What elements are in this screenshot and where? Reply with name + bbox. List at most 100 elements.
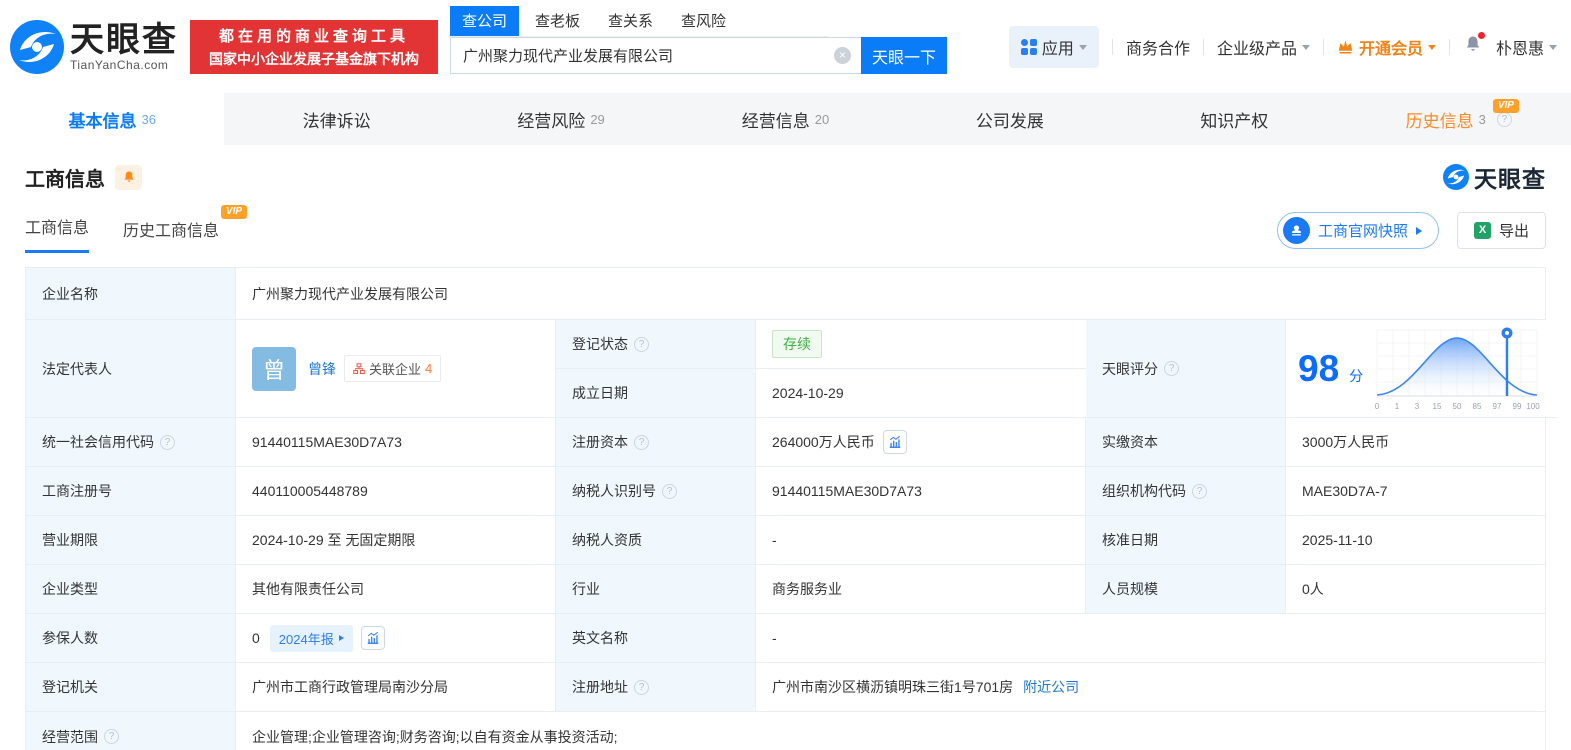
industry-label: 行业 <box>556 565 756 614</box>
search-tab-risk[interactable]: 查风险 <box>669 6 738 36</box>
svg-text:3: 3 <box>1415 402 1420 411</box>
insured-chart-icon[interactable] <box>360 626 385 650</box>
enterprise-label: 企业级产品 <box>1216 40 1297 58</box>
vip-badge: VIP <box>1492 99 1519 113</box>
reg-address-label: 注册地址 <box>556 663 756 712</box>
open-vip-button[interactable]: 开通会员 <box>1337 35 1436 59</box>
svg-text:15: 15 <box>1433 402 1442 411</box>
tab-history-info[interactable]: 历史信息 3 VIP <box>1347 93 1571 145</box>
stamp-icon <box>1282 217 1310 244</box>
insured-count-value: 0 2024年报 <box>236 614 556 663</box>
chevron-down-icon <box>1549 45 1557 50</box>
tab-business-info[interactable]: 经营信息 20 <box>673 93 897 145</box>
arrow-right-icon <box>338 635 344 641</box>
tab-intellectual-property[interactable]: 知识产权 <box>1122 93 1346 145</box>
promo-line2: 国家中小企业发展子基金旗下机构 <box>209 50 419 67</box>
vip-badge: VIP <box>220 205 248 219</box>
chevron-down-icon <box>1301 45 1310 50</box>
help-icon[interactable] <box>634 679 649 695</box>
tab-company-development[interactable]: 公司发展 <box>898 93 1122 145</box>
staff-size-label: 人员规模 <box>1086 565 1286 614</box>
svg-text:99: 99 <box>1513 402 1522 411</box>
legal-rep-name-link[interactable]: 曾锋 <box>308 359 336 379</box>
establish-date-value: 2024-10-29 <box>756 369 1086 417</box>
nav-enterprise-products[interactable]: 企业级产品 <box>1217 35 1310 59</box>
svg-text:1: 1 <box>1395 402 1400 411</box>
reg-number-value: 440110005448789 <box>236 467 556 516</box>
capital-chart-icon[interactable] <box>882 430 907 454</box>
business-scope-value: 企业管理;企业管理咨询;财务咨询;以自有资金从事投资活动; <box>236 712 1545 750</box>
help-icon[interactable] <box>634 336 649 352</box>
search-button[interactable]: 天眼一下 <box>861 37 947 74</box>
org-code-label: 组织机构代码 <box>1086 467 1286 516</box>
search-tab-company[interactable]: 查公司 <box>450 6 520 36</box>
top-nav: 应用 商务合作 企业级产品 开通会员 朴恩惠 <box>1008 25 1557 68</box>
nearby-companies-link[interactable]: 附近公司 <box>1023 677 1079 697</box>
subtab-business-info[interactable]: 工商信息 <box>25 214 90 253</box>
promo-banner: 都在用的商业查询工具 国家中小企业发展子基金旗下机构 <box>190 19 438 74</box>
company-type-label: 企业类型 <box>26 565 236 614</box>
help-icon[interactable] <box>160 434 175 450</box>
tab-label: 经营信息 <box>741 111 810 131</box>
tab-business-risk[interactable]: 经营风险 29 <box>449 93 673 145</box>
export-button[interactable]: 导出 <box>1456 212 1546 249</box>
clear-icon[interactable] <box>834 47 851 64</box>
tab-label: 知识产权 <box>1200 111 1269 131</box>
tianyancha-logo[interactable]: 天眼查 TianYanCha.com <box>10 19 178 74</box>
crown-icon <box>1338 40 1353 54</box>
apps-label: 应用 <box>1041 40 1074 58</box>
tab-basic-info[interactable]: 基本信息 36 <box>0 93 225 145</box>
arrow-right-icon <box>1415 226 1422 235</box>
svg-text:97: 97 <box>1493 402 1502 411</box>
subtab-history-business-info[interactable]: 历史工商信息 VIP <box>123 205 248 253</box>
help-icon[interactable] <box>634 434 649 450</box>
related-companies-badge[interactable]: 关联企业 4 <box>344 355 442 382</box>
tab-legal-litigation[interactable]: 法律诉讼 <box>224 93 448 145</box>
apps-menu[interactable]: 应用 <box>1008 25 1099 68</box>
subscribe-bell-button[interactable] <box>115 164 142 190</box>
business-scope-label: 经营范围 <box>26 712 236 750</box>
paid-capital-label: 实缴资本 <box>1086 418 1286 467</box>
avatar[interactable]: 曾 <box>252 346 296 391</box>
reg-status-label: 登记状态 <box>556 320 756 368</box>
nav-cooperation[interactable]: 商务合作 <box>1126 35 1190 59</box>
reg-authority-label: 登记机关 <box>26 663 236 712</box>
divider <box>1322 38 1324 55</box>
vip-label: 开通会员 <box>1358 40 1423 58</box>
help-icon[interactable] <box>662 483 677 499</box>
credit-code-value: 91440115MAE30D7A73 <box>236 418 556 467</box>
status-badge: 存续 <box>772 330 822 358</box>
help-icon[interactable] <box>1496 111 1512 127</box>
tab-count: 36 <box>141 111 156 127</box>
paid-capital-value: 3000万人民币 <box>1286 418 1545 467</box>
notifications-button[interactable] <box>1463 32 1485 59</box>
search-tab-boss[interactable]: 查老板 <box>523 6 592 36</box>
approval-date-label: 核准日期 <box>1086 516 1286 565</box>
tab-count: 29 <box>590 111 605 127</box>
search-input[interactable] <box>450 37 861 74</box>
english-name-value: - <box>756 614 1545 663</box>
reg-number-label: 工商注册号 <box>26 467 236 516</box>
svg-text:100: 100 <box>1526 402 1540 411</box>
export-label: 导出 <box>1498 223 1529 240</box>
logo-title: 天眼查 <box>70 20 178 59</box>
reg-address-value: 广州市南沙区横沥镇明珠三街1号701房 附近公司 <box>756 663 1545 712</box>
help-icon[interactable] <box>1192 483 1207 499</box>
chevron-down-icon <box>1078 45 1087 50</box>
watermark-logo: 天眼查 <box>1443 160 1546 194</box>
tab-label: 历史信息 <box>1405 111 1474 131</box>
related-count: 4 <box>425 361 433 376</box>
username: 朴恩惠 <box>1495 40 1544 58</box>
svg-text:0: 0 <box>1375 402 1380 411</box>
divider <box>1111 38 1113 55</box>
official-snapshot-button[interactable]: 工商官网快照 <box>1276 212 1439 249</box>
search-tab-relation[interactable]: 查关系 <box>596 6 665 36</box>
header: 天眼查 TianYanCha.com 都在用的商业查询工具 国家中小企业发展子基… <box>0 0 1571 93</box>
taxpayer-qualif-label: 纳税人资质 <box>556 516 756 565</box>
content: 工商信息 天眼查 工商信息 历史工商信息 VIP 工商官网快照 X 导出 企业名… <box>0 160 1571 750</box>
user-menu[interactable]: 朴恩惠 <box>1496 35 1557 59</box>
annual-report-badge[interactable]: 2024年报 <box>269 624 353 652</box>
help-icon[interactable] <box>1164 361 1179 376</box>
tab-label: 基本信息 <box>68 111 137 131</box>
help-icon[interactable] <box>104 729 119 744</box>
